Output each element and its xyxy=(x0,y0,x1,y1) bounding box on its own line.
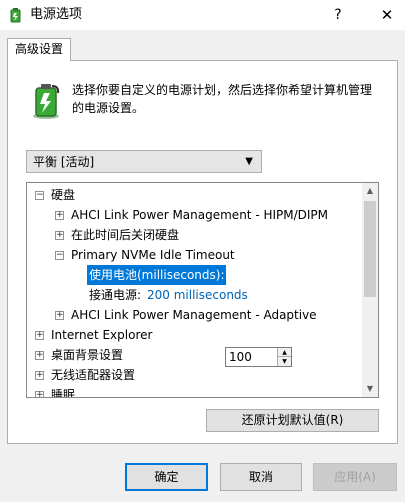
plugged-in-value[interactable]: 200 milliseconds xyxy=(147,285,248,305)
expand-icon[interactable]: + xyxy=(55,231,64,240)
tree-item-turn-off-disk[interactable]: + 在此时间后关闭硬盘 xyxy=(27,225,357,245)
expand-icon[interactable]: + xyxy=(35,331,44,340)
battery-icon xyxy=(33,84,60,119)
tree-label-ie: Internet Explorer xyxy=(51,328,153,342)
tree-item-ie[interactable]: + Internet Explorer xyxy=(27,325,357,345)
power-plan-select[interactable]: 平衡 [活动] ▼ xyxy=(26,150,262,173)
tree-item-on-battery[interactable]: 使用电池(milliseconds): 100 ▲ ▼ xyxy=(27,265,357,367)
expand-icon[interactable]: + xyxy=(55,311,64,320)
chevron-down-icon: ▼ xyxy=(245,156,253,167)
tree-label-wireless: 无线适配器设置 xyxy=(51,368,136,382)
scroll-down-icon[interactable]: ▼ xyxy=(362,381,378,397)
apply-button[interactable]: 应用(A) xyxy=(313,463,397,491)
tab-advanced-settings[interactable]: 高级设置 xyxy=(7,38,71,61)
window-title: 电源选项 xyxy=(30,7,83,22)
tree-label-desktop-bg: 桌面背景设置 xyxy=(51,348,124,362)
tree-item-desktop-bg[interactable]: + 桌面背景设置 xyxy=(27,345,357,365)
scroll-up-icon[interactable]: ▲ xyxy=(362,183,378,199)
description-text: 选择你要自定义的电源计划，然后选择你希望计算机管理的电源设置。 xyxy=(72,83,373,115)
tree-item-sleep[interactable]: + 睡眠 xyxy=(27,385,357,398)
tree-item-nvme-idle[interactable]: − Primary NVMe Idle Timeout xyxy=(27,245,357,265)
expand-icon[interactable]: + xyxy=(55,211,64,220)
power-plan-value: 平衡 [活动] xyxy=(33,155,95,169)
expand-icon[interactable]: + xyxy=(35,351,44,360)
tree-item-harddisk[interactable]: − 硬盘 xyxy=(27,185,357,205)
cancel-button[interactable]: 取消 xyxy=(220,463,302,491)
tree-label-ahci-adaptive: AHCI Link Power Management - Adaptive xyxy=(71,308,317,322)
help-button[interactable]: ? xyxy=(320,0,356,30)
collapse-icon[interactable]: − xyxy=(35,191,44,200)
tree-item-ahci-hipm[interactable]: + AHCI Link Power Management - HIPM/DIPM xyxy=(27,205,357,225)
scroll-thumb[interactable] xyxy=(364,201,376,297)
restore-defaults-button[interactable]: 还原计划默认值(R) xyxy=(206,409,379,432)
title-bar: 电源选项 ? ✕ xyxy=(0,0,405,30)
close-button[interactable]: ✕ xyxy=(369,0,405,30)
tree-label-nvme-idle: Primary NVMe Idle Timeout xyxy=(71,248,235,262)
plugged-in-label: 接通电源: xyxy=(89,288,142,302)
tree-item-plugged-in[interactable]: 接通电源: 200 milliseconds xyxy=(27,285,357,305)
expand-icon[interactable]: + xyxy=(35,371,44,380)
power-options-icon xyxy=(10,8,21,23)
tree-item-ahci-adaptive[interactable]: + AHCI Link Power Management - Adaptive xyxy=(27,305,357,325)
tree-item-wireless[interactable]: + 无线适配器设置 xyxy=(27,365,357,385)
tree-scrollbar[interactable]: ▲ ▼ xyxy=(362,183,378,397)
on-battery-label: 使用电池(milliseconds): xyxy=(87,265,227,285)
tree-label-sleep: 睡眠 xyxy=(51,388,76,398)
tree-label-ahci-hipm: AHCI Link Power Management - HIPM/DIPM xyxy=(71,208,329,222)
tree-label-turn-off-disk: 在此时间后关闭硬盘 xyxy=(71,228,180,242)
expand-icon[interactable]: + xyxy=(35,391,44,397)
settings-tree[interactable]: − 硬盘 + AHCI Link Power Management - HIPM… xyxy=(26,182,379,398)
collapse-icon[interactable]: − xyxy=(55,251,64,260)
tree-label-harddisk: 硬盘 xyxy=(51,188,76,202)
ok-button[interactable]: 确定 xyxy=(125,463,208,491)
